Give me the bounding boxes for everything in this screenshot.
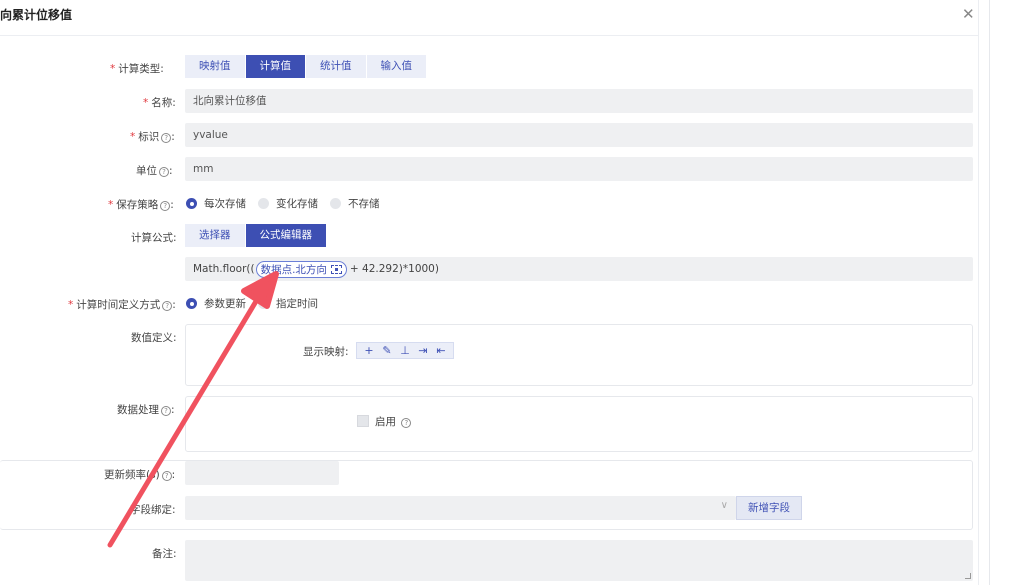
edit-icon[interactable]: ✎ [378, 344, 396, 357]
dialog-title: 向累计位移值 [0, 8, 73, 22]
radio-no-save[interactable]: 不存储 [330, 196, 380, 211]
plus-icon[interactable]: + [360, 344, 378, 357]
radio-dot [258, 198, 269, 209]
save-policy-label: * 保存策略?: [108, 199, 174, 211]
help-icon[interactable]: ? [161, 471, 172, 481]
resize-handle[interactable] [965, 573, 971, 579]
radio-dot [330, 198, 341, 209]
enable-label: 启用 ? [375, 414, 412, 429]
help-icon[interactable]: ? [401, 418, 412, 428]
right-scroll-strip [978, 0, 1026, 585]
help-icon[interactable]: ? [161, 406, 171, 416]
formula-tabs: 选择器 公式编辑器 [185, 224, 327, 247]
header-divider [0, 35, 978, 36]
unit-input[interactable]: mm [185, 157, 973, 181]
name-input[interactable]: 北向累计位移值 [185, 89, 973, 113]
chevron-down-icon: ∨ [720, 500, 728, 511]
import-icon[interactable]: ⇥ [414, 344, 432, 357]
radio-dot [186, 198, 197, 209]
data-process-panel [185, 396, 973, 452]
unit-label: 单位?: [136, 165, 173, 177]
help-icon[interactable]: ? [160, 201, 171, 211]
tab-selector[interactable]: 选择器 [185, 224, 246, 247]
mapping-toolbar: + ✎ ⊥ ⇥ ⇤ [356, 342, 454, 359]
formula-prefix: Math.floor(( [193, 263, 255, 275]
field-bind-select[interactable]: ∨ [185, 496, 736, 520]
tab-formula-editor[interactable]: 公式编辑器 [245, 224, 327, 247]
export-icon[interactable]: ⇤ [432, 344, 450, 357]
remark-label: 备注: [152, 548, 177, 560]
formula-editor[interactable]: Math.floor(( 数据点.北方向 + 42.292)*1000) [185, 257, 973, 281]
time-mode-radios: 参数更新 指定时间 [186, 296, 330, 311]
calc-type-option-mapping[interactable]: 映射值 [185, 55, 246, 78]
time-mode-label: * 计算时间定义方式?: [68, 299, 176, 311]
formula-chip[interactable]: 数据点.北方向 [255, 260, 347, 278]
radio-dot [186, 298, 197, 309]
dialog: 向累计位移值 ✕ * 计算类型: 映射值 计算值 统计值 输入值 * 名称: 北向累… [0, 0, 978, 585]
help-icon[interactable]: ? [161, 133, 172, 143]
help-icon[interactable]: ? [159, 167, 169, 177]
update-rate-label: 更新频率(s)?: [104, 469, 176, 481]
mapping-label: 显示映射: [303, 346, 349, 358]
value-def-label: 数值定义: [131, 332, 177, 344]
calc-type-option-calc[interactable]: 计算值 [245, 55, 306, 78]
field-bind-label: 字段绑定: [130, 504, 176, 516]
radio-param-update[interactable]: 参数更新 [186, 296, 246, 311]
calc-type-label: * 计算类型: [110, 63, 164, 75]
radio-change-save[interactable]: 变化存储 [258, 196, 318, 211]
add-field-button[interactable]: 新增字段 [736, 496, 802, 520]
remark-textarea[interactable] [185, 540, 973, 581]
name-label: * 名称: [143, 97, 176, 109]
radio-dot [258, 298, 269, 309]
help-icon[interactable]: ? [162, 301, 173, 311]
data-process-label: 数据处理?: [117, 404, 175, 416]
calc-type-segmented: 映射值 计算值 统计值 输入值 [185, 55, 427, 78]
close-icon[interactable]: ✕ [962, 5, 975, 23]
stamp-icon[interactable]: ⊥ [396, 344, 414, 357]
identifier-label: * 标识?: [130, 131, 175, 143]
update-rate-input[interactable] [185, 461, 339, 485]
formula-label: 计算公式: [131, 232, 177, 244]
radio-every-save[interactable]: 每次存储 [186, 196, 246, 211]
enable-checkbox[interactable] [357, 415, 369, 427]
variable-icon [330, 264, 342, 274]
radio-specified-time[interactable]: 指定时间 [258, 296, 318, 311]
identifier-input[interactable]: yvalue [185, 123, 973, 147]
save-policy-radios: 每次存储 变化存储 不存储 [186, 196, 392, 211]
calc-type-option-input[interactable]: 输入值 [366, 55, 427, 78]
calc-type-option-stat[interactable]: 统计值 [306, 55, 367, 78]
formula-suffix: + 42.292)*1000) [349, 263, 439, 275]
